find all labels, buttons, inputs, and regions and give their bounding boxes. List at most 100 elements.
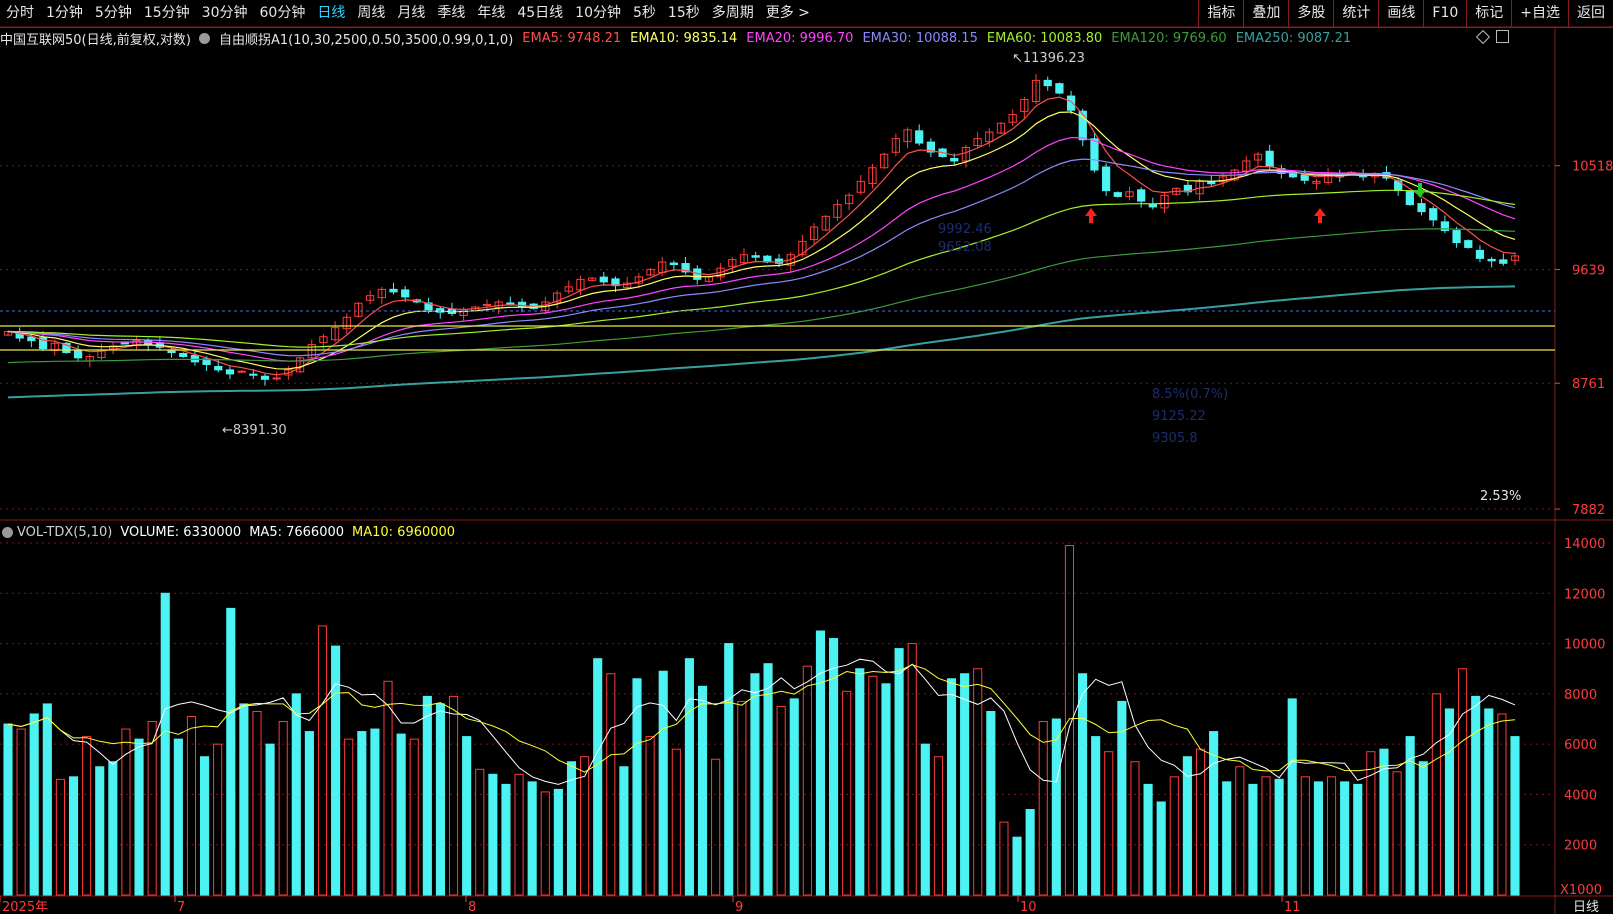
volume-bar [815,630,826,896]
percent-annotation: 2.53% [1480,489,1521,504]
volume-bar [514,773,524,896]
volume-bar [894,648,904,896]
candle-body [249,373,258,376]
volume-bar [488,773,498,896]
price-axis-label-1: 9639 [1572,264,1605,279]
candle-body [506,302,515,305]
volume-bar [1012,836,1022,896]
volume-axis-label-6: 2000 [1564,839,1597,854]
volume-axis-label-3: 8000 [1564,688,1597,703]
volume-bar [383,680,393,896]
volume-bar [134,738,144,896]
volume-bar [173,738,183,896]
volume-bar [1130,761,1140,896]
candle-body [214,365,223,371]
volume-bar [1340,781,1350,896]
volume-bar [593,658,603,896]
volume-bar [553,788,563,896]
volume-bar [619,766,629,896]
volume-bar [697,685,708,896]
volume-bar [1025,809,1035,896]
candle-body [1429,208,1438,221]
volume-bar [881,683,891,896]
volume-bar [16,728,26,896]
volume-axis-label-0: 14000 [1564,537,1605,552]
volume-bar [527,781,537,896]
volume-bar [1077,673,1088,896]
volume-bar [1182,756,1192,896]
volume-bar [842,690,852,896]
volume-bar [920,743,930,896]
volume-bar [763,663,773,896]
volume-axis-label-1: 12000 [1564,587,1605,602]
candle-body [1113,192,1122,197]
volume-bar [1366,751,1376,896]
volume-bar [711,758,721,896]
candle-body [1066,95,1076,111]
volume-bar [55,778,65,896]
volume-bar [29,713,39,896]
candle-body [73,350,83,359]
volume-bar [1143,783,1153,896]
candle-body [237,370,246,373]
volume-bar [42,703,52,896]
volume-bar [422,695,432,896]
candle-body [1452,230,1461,244]
price-axis-label-3: 7882 [1572,503,1605,518]
volume-bar [999,821,1009,896]
candle-body [120,342,129,345]
volume-bar [1497,713,1507,896]
candle-body [1464,240,1473,248]
candle-body [272,377,281,380]
volume-bar [200,756,210,896]
volume-bar [462,736,472,896]
ema-line-60 [7,189,1516,348]
volume-bar [409,738,419,896]
volume-bar [907,643,917,896]
volume-bar [160,592,170,896]
candle-body [260,375,270,380]
volume-bar [252,710,262,896]
volume-bar [1313,781,1323,896]
volume-bar [802,665,812,896]
volume-bar [344,738,354,896]
faint-label-2: 8.5%(0.7%) [1152,387,1228,402]
volume-bar [1418,761,1428,896]
volume-bar [1353,783,1363,896]
volume-bar [737,700,747,896]
volume-bar [1235,766,1245,896]
candle-body [1043,79,1052,87]
price-axis-label-2: 8761 [1572,377,1605,392]
buy-arrow-icon [1314,208,1326,223]
time-axis-label-3: 9 [735,900,743,914]
volume-bar [1091,736,1101,896]
time-axis-label-5: 11 [1284,900,1301,914]
candle-body [1265,150,1274,168]
volume-bar [1287,698,1297,896]
time-axis-label-4: 10 [1020,900,1037,914]
volume-bar [1431,693,1441,896]
chart-canvas[interactable]: 10518 9639 8761 7882 14000 12000 10000 8000 6000… [0,0,1613,914]
volume-bar [3,723,13,896]
candle-body [915,130,924,144]
volume-axis-label-5: 4000 [1564,788,1597,803]
volume-bar [278,721,288,896]
candle-body [1137,189,1146,202]
faint-label-1: 9652.08 [938,240,992,255]
volume-bar [226,607,236,896]
candle-body [1055,83,1064,94]
volume-bar [645,736,655,896]
volume-bar [501,783,511,896]
volume-bar [317,625,328,896]
high-price-annotation: ↖11396.23 [1012,51,1085,66]
volume-bar [108,761,118,896]
faint-label-3: 9125.22 [1152,409,1206,424]
candle-body [1487,258,1496,262]
volume-bar [304,731,314,896]
volume-bar [1326,776,1337,896]
volume-bar [95,766,105,896]
candle-body [1405,191,1414,206]
time-axis-label-0: 2025年 [2,900,48,914]
volume-bar [239,703,249,896]
candle-body [179,353,188,358]
